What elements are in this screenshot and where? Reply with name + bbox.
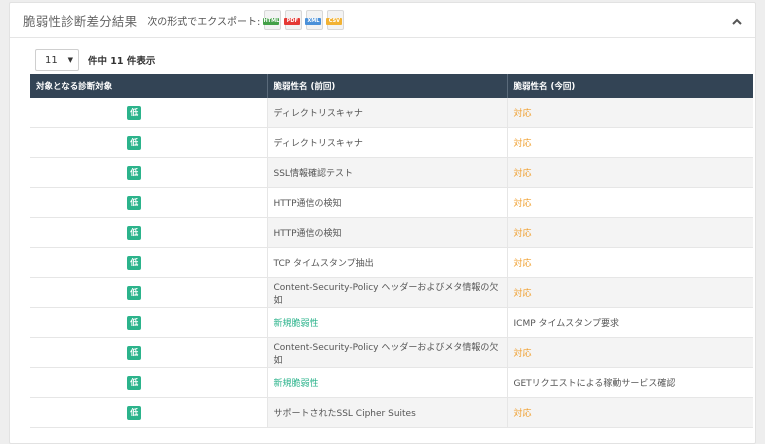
html-export-icon[interactable]: HTML (263, 10, 282, 30)
target-cell: 低 (30, 217, 268, 248)
target-cell: 低 (30, 187, 268, 218)
page-size-select[interactable]: 11 ▼ (35, 49, 79, 71)
previous-vulnerability-cell: Content-Security-Policy ヘッダーおよびメタ情報の欠如 (267, 277, 508, 308)
target-cell: 低 (30, 397, 268, 428)
table-row: 低 ディレクトリスキャナ 対応 (30, 127, 753, 158)
chevron-up-icon[interactable] (731, 13, 743, 25)
current-vulnerability-cell: 対応 (507, 127, 753, 158)
current-vulnerability-cell: 対応 (507, 187, 753, 218)
export-label: 次の形式でエクスポート: (147, 16, 261, 28)
chevron-down-icon: ▼ (67, 56, 73, 64)
export-format-label: CSV (326, 18, 343, 25)
table-controls: 11 ▼ 件中 11 件表示 (35, 49, 155, 71)
current-vulnerability-cell: 対応 (507, 397, 753, 428)
target-cell: 低 (30, 127, 268, 158)
page-size-value: 11 (45, 54, 58, 66)
target-cell: 低 (30, 337, 268, 368)
export-icons: HTML PDF XML CSV (263, 10, 345, 30)
results-table: 対象となる診断対象 脆弱性名 (前回) 脆弱性名 (今回) 低ディレクトリスキャ… (30, 74, 753, 428)
current-vulnerability-cell: GETリクエストによる稼動サービス確認 (507, 367, 753, 398)
severity-badge: 低 (127, 165, 142, 180)
target-cell: 低 (30, 157, 268, 188)
current-vulnerability-cell: 対応 (507, 217, 753, 248)
export-format-label: PDF (284, 18, 301, 25)
severity-badge: 低 (127, 255, 142, 270)
severity-badge: 低 (127, 225, 142, 240)
current-vulnerability-cell: ICMP タイムスタンプ要求 (507, 307, 753, 338)
table-row: 低 新規脆弱性 ICMP タイムスタンプ要求 (30, 307, 753, 338)
current-vulnerability-cell: 対応 (507, 337, 753, 368)
table-row: 低 サポートされたSSL Cipher Suites 対応 (30, 397, 753, 428)
previous-vulnerability-cell: HTTP通信の検知 (267, 217, 508, 248)
target-cell: 低 (30, 367, 268, 398)
panel-title: 脆弱性診断差分結果 (23, 13, 138, 29)
severity-badge: 低 (127, 135, 142, 150)
xml-export-icon[interactable]: XML (305, 10, 324, 30)
table-row: 低 新規脆弱性 GETリクエストによる稼動サービス確認 (30, 367, 753, 398)
severity-badge: 低 (127, 285, 142, 300)
table-header-row: 対象となる診断対象 脆弱性名 (前回) 脆弱性名 (今回) (30, 74, 753, 98)
severity-badge: 低 (127, 195, 142, 210)
pdf-export-icon[interactable]: PDF (284, 10, 303, 30)
export-format-label: XML (305, 18, 322, 25)
target-cell: 低 (30, 307, 268, 338)
table-row: 低 SSL情報確認テスト 対応 (30, 157, 753, 188)
previous-vulnerability-cell: TCP タイムスタンプ抽出 (267, 247, 508, 278)
table-row: 低 Content-Security-Policy ヘッダーおよびメタ情報の欠如対… (30, 277, 753, 308)
severity-badge: 低 (127, 375, 142, 390)
panel-header: 脆弱性診断差分結果 次の形式でエクスポート: HTML PDF XML CSV (10, 3, 755, 38)
previous-vulnerability-cell: サポートされたSSL Cipher Suites (267, 397, 508, 428)
column-header-previous[interactable]: 脆弱性名 (前回) (267, 74, 508, 98)
target-cell: 低 (30, 277, 268, 308)
export-format-label: HTML (263, 18, 280, 25)
current-vulnerability-cell: 対応 (507, 157, 753, 188)
previous-vulnerability-cell: 新規脆弱性 (267, 367, 508, 398)
previous-vulnerability-cell: HTTP通信の検知 (267, 187, 508, 218)
current-vulnerability-cell: 対応 (507, 277, 753, 308)
table-row: 低 TCP タイムスタンプ抽出 対応 (30, 247, 753, 278)
severity-badge: 低 (127, 405, 142, 420)
column-header-current[interactable]: 脆弱性名 (今回) (507, 74, 753, 98)
severity-badge: 低 (127, 345, 142, 360)
column-header-target[interactable]: 対象となる診断対象 (30, 74, 268, 98)
table-row: 低 HTTP通信の検知 対応 (30, 187, 753, 218)
table-row: 低 ディレクトリスキャナ 対応 (30, 98, 753, 128)
results-panel: 脆弱性診断差分結果 次の形式でエクスポート: HTML PDF XML CSV 11 … (9, 2, 756, 444)
csv-export-icon[interactable]: CSV (326, 10, 345, 30)
target-cell: 低 (30, 98, 268, 128)
current-vulnerability-cell: 対応 (507, 247, 753, 278)
table-row: 低 Content-Security-Policy ヘッダーおよびメタ情報の欠如対… (30, 337, 753, 368)
previous-vulnerability-cell: ディレクトリスキャナ (267, 127, 508, 158)
severity-badge: 低 (127, 315, 142, 330)
result-count: 件中 11 件表示 (88, 56, 156, 67)
previous-vulnerability-cell: 新規脆弱性 (267, 307, 508, 338)
previous-vulnerability-cell: Content-Security-Policy ヘッダーおよびメタ情報の欠如 (267, 337, 508, 368)
target-cell: 低 (30, 247, 268, 278)
table-row: 低 HTTP通信の検知 対応 (30, 217, 753, 248)
current-vulnerability-cell: 対応 (507, 98, 753, 128)
previous-vulnerability-cell: ディレクトリスキャナ (267, 98, 508, 128)
severity-badge: 低 (127, 105, 142, 120)
previous-vulnerability-cell: SSL情報確認テスト (267, 157, 508, 188)
